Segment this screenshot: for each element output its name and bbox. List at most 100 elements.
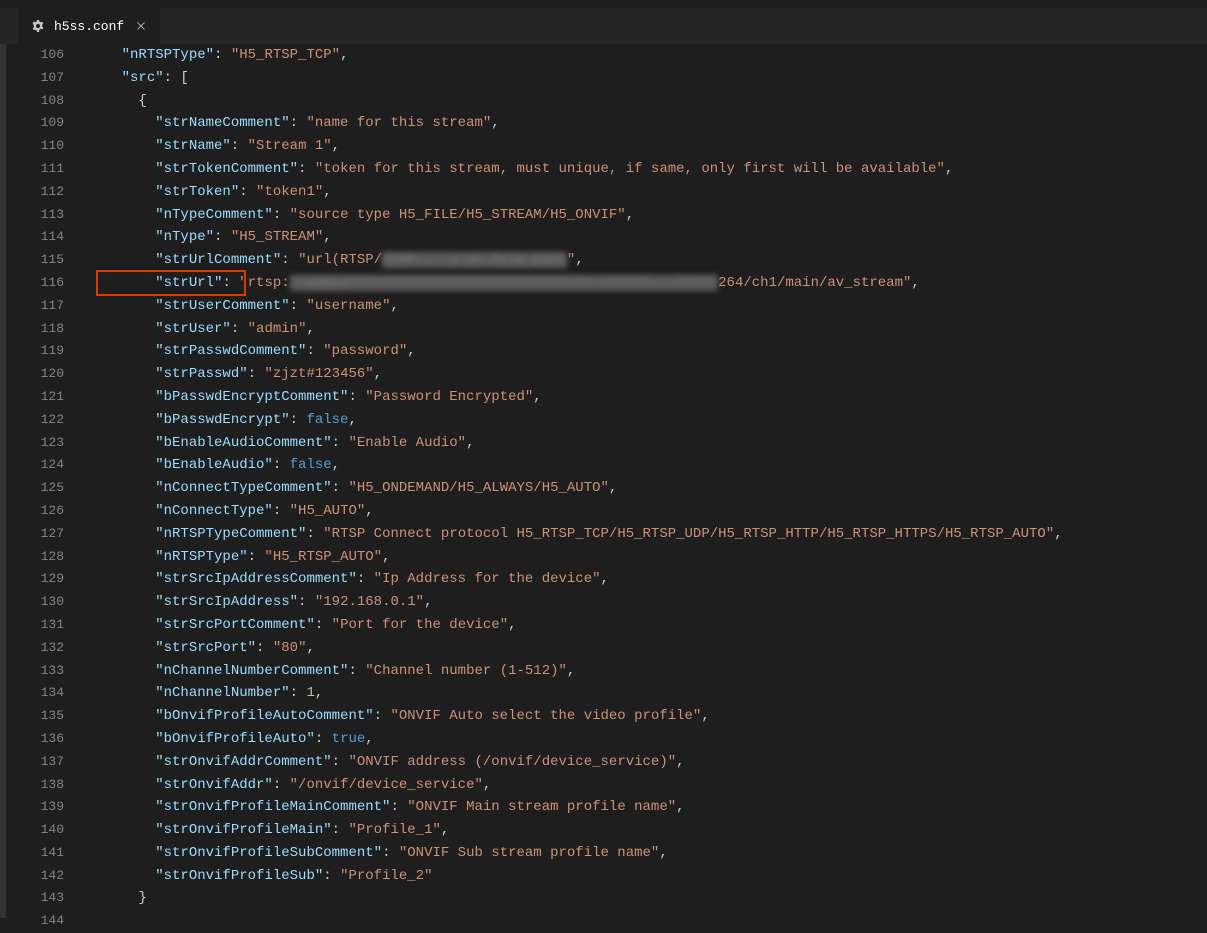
code-line[interactable]: "bPasswdEncrypt": false, xyxy=(88,409,1207,432)
token-punc: , xyxy=(390,298,398,314)
token-punc: , xyxy=(659,845,667,861)
code-line[interactable]: "strOnvifProfileMain": "Profile_1", xyxy=(88,819,1207,842)
line-number: 133 xyxy=(6,660,64,683)
token-key: "src" xyxy=(122,70,164,86)
code-line[interactable]: "strSrcPortComment": "Port for the devic… xyxy=(88,614,1207,637)
token-str: "192.168.0.1" xyxy=(315,594,424,610)
token-key: "strSrcPort" xyxy=(155,640,256,656)
code-line[interactable]: "strNameComment": "name for this stream"… xyxy=(88,112,1207,135)
code-line[interactable]: "nType": "H5_STREAM", xyxy=(88,226,1207,249)
token-key: "strUser" xyxy=(155,321,231,337)
token-punc: , xyxy=(323,184,331,200)
token-str: "H5_RTSP_TCP" xyxy=(231,47,340,63)
line-number: 116 xyxy=(6,272,64,295)
token-punc: : xyxy=(239,184,256,200)
token-punc: : xyxy=(231,321,248,337)
token-str: "H5_RTSP_AUTO" xyxy=(264,549,382,565)
line-number: 142 xyxy=(6,865,64,888)
code-line[interactable]: "nConnectType": "H5_AUTO", xyxy=(88,500,1207,523)
code-line[interactable]: "strSrcPort": "80", xyxy=(88,637,1207,660)
token-key: "nTypeComment" xyxy=(155,207,273,223)
line-number: 128 xyxy=(6,546,64,569)
token-punc: : xyxy=(281,252,298,268)
token-punc: , xyxy=(533,389,541,405)
code-area[interactable]: "nRTSPType": "H5_RTSP_TCP", "src": [ { "… xyxy=(82,44,1207,918)
token-punc: , xyxy=(508,617,516,633)
line-number: 108 xyxy=(6,90,64,113)
token-punc: , xyxy=(340,47,348,63)
code-line[interactable]: "strOnvifAddr": "/onvif/device_service", xyxy=(88,774,1207,797)
code-line[interactable]: "nRTSPType": "H5_RTSP_TCP", xyxy=(88,44,1207,67)
token-punc: : [ xyxy=(164,70,189,86)
token-punc: , xyxy=(945,161,953,177)
token-punc: , xyxy=(676,799,684,815)
token-punc: , xyxy=(911,275,919,291)
code-line[interactable]: "strPasswd": "zjzt#123456", xyxy=(88,363,1207,386)
token-punc: : xyxy=(332,435,349,451)
code-line[interactable]: "bEnableAudio": false, xyxy=(88,454,1207,477)
code-line[interactable]: "nChannelNumber": 1, xyxy=(88,682,1207,705)
code-line[interactable]: } xyxy=(88,887,1207,910)
code-line[interactable]: "nRTSPType": "H5_RTSP_AUTO", xyxy=(88,546,1207,569)
code-line[interactable]: "strOnvifProfileSubComment": "ONVIF Sub … xyxy=(88,842,1207,865)
code-line[interactable]: "nRTSPTypeComment": "RTSP Connect protoc… xyxy=(88,523,1207,546)
code-line[interactable]: "strOnvifProfileSub": "Profile_2" xyxy=(88,865,1207,888)
code-line[interactable]: "nChannelNumberComment": "Channel number… xyxy=(88,660,1207,683)
token-punc: : xyxy=(248,549,265,565)
token-key: "nRTSPType" xyxy=(122,47,214,63)
token-key: "strName" xyxy=(155,138,231,154)
token-punc: : xyxy=(298,161,315,177)
code-line[interactable]: "strToken": "token1", xyxy=(88,181,1207,204)
line-number: 110 xyxy=(6,135,64,158)
editor[interactable]: 1061071081091101111121131141151161171181… xyxy=(0,44,1207,918)
token-punc: : xyxy=(214,229,231,245)
token-key: "nChannelNumberComment" xyxy=(155,663,348,679)
line-number: 132 xyxy=(6,637,64,660)
code-line[interactable]: "strUrlComment": "url(RTSP/RTMP... ) or … xyxy=(88,249,1207,272)
code-line[interactable]: "strUrl": "rtsp://admin*****************… xyxy=(88,272,1207,295)
line-number: 126 xyxy=(6,500,64,523)
code-line[interactable] xyxy=(88,910,1207,933)
line-number: 120 xyxy=(6,363,64,386)
code-line[interactable]: { xyxy=(88,90,1207,113)
token-key: "strOnvifAddrComment" xyxy=(155,754,331,770)
line-number: 118 xyxy=(6,318,64,341)
code-line[interactable]: "bPasswdEncryptComment": "Password Encry… xyxy=(88,386,1207,409)
close-icon[interactable] xyxy=(132,17,150,35)
code-line[interactable]: "nConnectTypeComment": "H5_ONDEMAND/H5_A… xyxy=(88,477,1207,500)
code-line[interactable]: "bEnableAudioComment": "Enable Audio", xyxy=(88,432,1207,455)
code-line[interactable]: "strTokenComment": "token for this strea… xyxy=(88,158,1207,181)
token-str: "Profile_2" xyxy=(340,868,432,884)
code-line[interactable]: "bOnvifProfileAutoComment": "ONVIF Auto … xyxy=(88,705,1207,728)
tab-filename: h5ss.conf xyxy=(54,19,124,34)
gear-icon xyxy=(30,18,46,34)
code-line[interactable]: "strUserComment": "username", xyxy=(88,295,1207,318)
token-str: "url(RTSP/ xyxy=(298,252,382,268)
token-punc: : xyxy=(273,457,290,473)
line-number: 139 xyxy=(6,796,64,819)
code-line[interactable]: "bOnvifProfileAuto": true, xyxy=(88,728,1207,751)
token-key: "strPasswd" xyxy=(155,366,247,382)
token-punc: , xyxy=(315,685,323,701)
code-line[interactable]: "strUser": "admin", xyxy=(88,318,1207,341)
code-line[interactable]: "strSrcIpAddressComment": "Ip Address fo… xyxy=(88,568,1207,591)
line-number: 119 xyxy=(6,340,64,363)
token-punc: , xyxy=(332,457,340,473)
line-number: 144 xyxy=(6,910,64,933)
token-punc: , xyxy=(701,708,709,724)
code-line[interactable]: "strOnvifAddrComment": "ONVIF address (/… xyxy=(88,751,1207,774)
code-line[interactable]: "strName": "Stream 1", xyxy=(88,135,1207,158)
token-punc: : xyxy=(256,640,273,656)
token-key: "strUrl" xyxy=(155,275,222,291)
code-line[interactable]: "src": [ xyxy=(88,67,1207,90)
line-number: 121 xyxy=(6,386,64,409)
token-str: "/onvif/device_service" xyxy=(290,777,483,793)
code-line[interactable]: "nTypeComment": "source type H5_FILE/H5_… xyxy=(88,204,1207,227)
code-line[interactable]: "strPasswdComment": "password", xyxy=(88,340,1207,363)
editor-tab[interactable]: h5ss.conf xyxy=(18,8,161,44)
code-line[interactable]: "strOnvifProfileMainComment": "ONVIF Mai… xyxy=(88,796,1207,819)
code-line[interactable]: "strSrcIpAddress": "192.168.0.1", xyxy=(88,591,1207,614)
title-bar xyxy=(0,0,1207,8)
token-punc: , xyxy=(365,731,373,747)
token-punc: , xyxy=(601,571,609,587)
